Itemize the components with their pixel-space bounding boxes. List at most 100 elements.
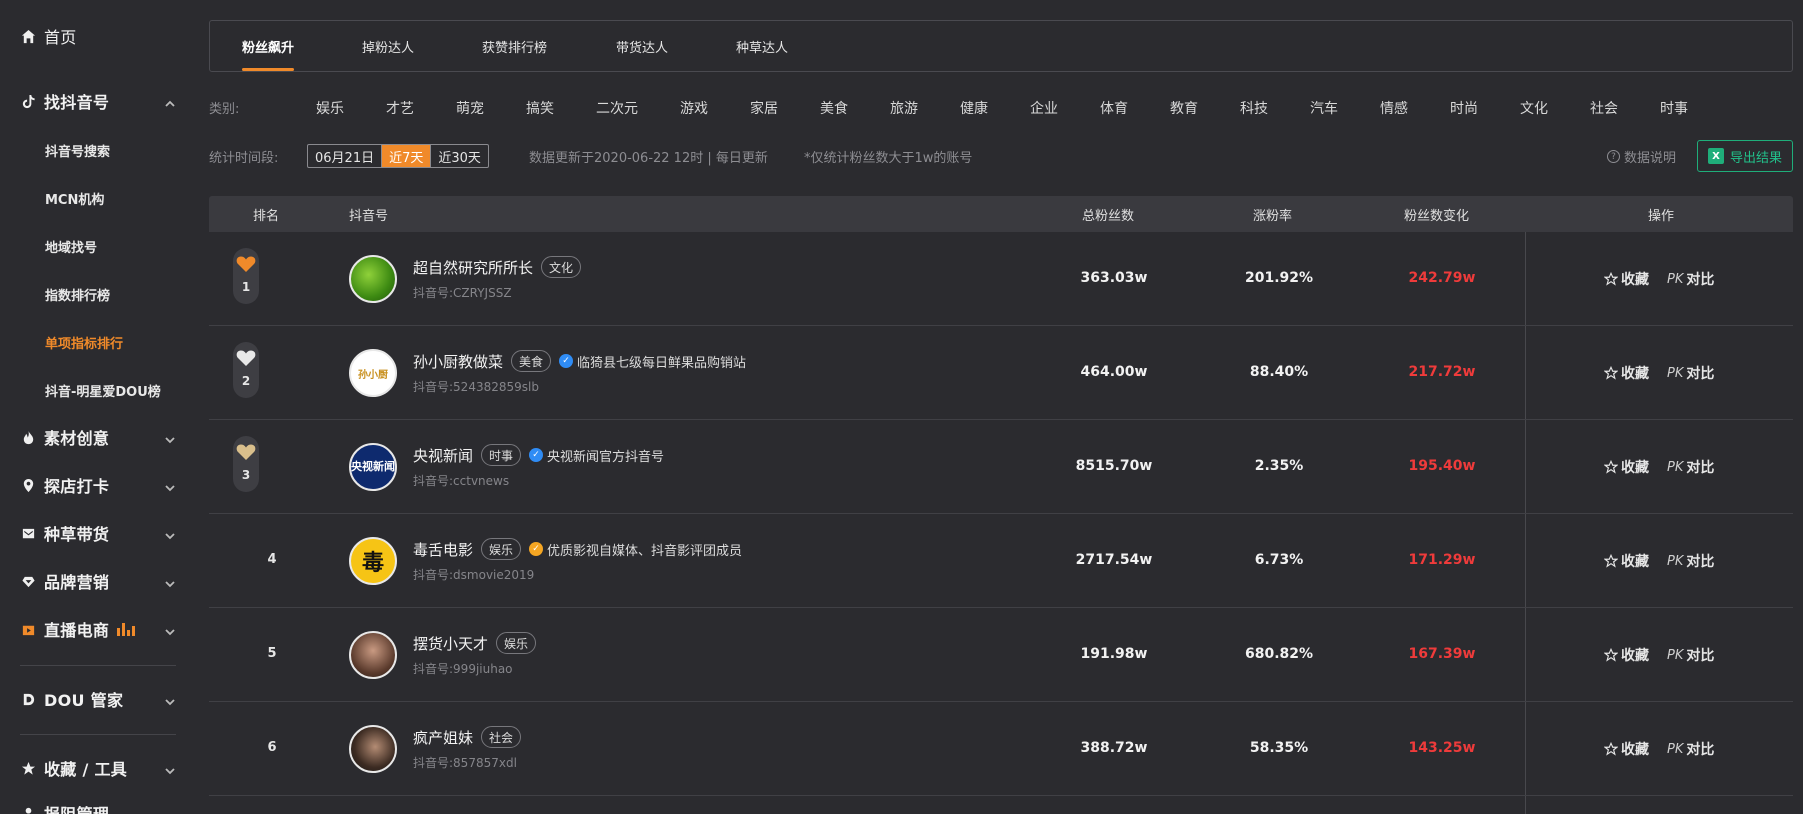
- account-name: 超自然研究所所长: [413, 258, 534, 277]
- header-growth-rate[interactable]: 涨粉率: [1253, 196, 1292, 232]
- compare-button[interactable]: PK 对比: [1667, 363, 1714, 383]
- category-item[interactable]: 时尚: [1450, 98, 1478, 118]
- compare-button[interactable]: PK 对比: [1667, 739, 1714, 759]
- rank-number: 3: [241, 468, 251, 482]
- period-7d[interactable]: 近7天: [382, 145, 432, 167]
- favorite-button[interactable]: 收藏: [1604, 739, 1649, 759]
- data-help-link[interactable]: ? 数据说明: [1607, 147, 1676, 166]
- rank-type-tabs: 粉丝飙升 掉粉达人 获赞排行榜 带货达人 种草达人: [209, 20, 1793, 72]
- compare-button[interactable]: PK 对比: [1667, 551, 1714, 571]
- tab-grass-expert[interactable]: 种草达人: [736, 21, 788, 71]
- favorite-button[interactable]: 收藏: [1604, 269, 1649, 289]
- category-item[interactable]: 企业: [1030, 98, 1058, 118]
- account-name-line[interactable]: 超自然研究所所长 文化: [413, 256, 582, 278]
- row-actions: 收藏 PK 对比: [1604, 645, 1714, 665]
- nav-find-account[interactable]: 找抖音号: [20, 84, 176, 118]
- verified-text: 优质影视自媒体、抖音影评团成员: [547, 543, 743, 559]
- fans-change: 242.79w: [1408, 270, 1476, 286]
- category-item[interactable]: 萌宠: [456, 98, 484, 118]
- avatar[interactable]: 央视新闻: [349, 443, 397, 491]
- nav-store-visit[interactable]: 探店打卡: [20, 468, 176, 502]
- nav-brand-marketing[interactable]: 品牌营销: [20, 564, 176, 598]
- account-name: 孙小厨教做菜: [413, 352, 504, 371]
- tab-sales-expert[interactable]: 带货达人: [616, 21, 668, 71]
- category-item[interactable]: 美食: [820, 98, 848, 118]
- nav-material[interactable]: 素材创意: [20, 420, 176, 454]
- sidebar-divider: [20, 734, 176, 735]
- avatar[interactable]: [349, 255, 397, 303]
- sub-single-metric-rank[interactable]: 单项指标排行: [45, 328, 123, 356]
- header-total-fans[interactable]: 总粉丝数: [1082, 196, 1134, 232]
- fans-change: 171.29w: [1408, 552, 1476, 568]
- category-item[interactable]: 才艺: [386, 98, 414, 118]
- sub-mcn[interactable]: MCN机构: [45, 184, 104, 212]
- tab-likes-rank[interactable]: 获赞排行榜: [482, 21, 547, 71]
- sub-star-dou-rank[interactable]: 抖音-明星爱DOU榜: [45, 376, 161, 404]
- chevron-down-icon: [164, 623, 176, 636]
- row-actions: 收藏 PK 对比: [1604, 269, 1714, 289]
- header-rank: 排名: [253, 208, 280, 224]
- period-day[interactable]: 06月21日: [308, 145, 383, 167]
- category-item[interactable]: 科技: [1240, 98, 1268, 118]
- account-name-line[interactable]: 央视新闻 时事 ✓ 央视新闻官方抖音号: [413, 444, 664, 466]
- account-name: 疯产姐妹: [413, 728, 474, 747]
- avatar[interactable]: [349, 631, 397, 679]
- account-name-line[interactable]: 疯产姐妹 社会: [413, 726, 522, 748]
- nav-dou-manager[interactable]: DOU 管家: [20, 682, 176, 716]
- category-item[interactable]: 汽车: [1310, 98, 1338, 118]
- nav-favorites-tools[interactable]: 收藏 / 工具: [20, 751, 176, 785]
- account-name-line[interactable]: 孙小厨教做菜 美食 ✓ 临猗县七级每日鲜果品购销站: [413, 350, 746, 372]
- rank-number: 1: [241, 280, 251, 294]
- avatar-text: 央视新闻: [351, 460, 395, 473]
- douyin-icon: [20, 93, 36, 109]
- favorite-button[interactable]: 收藏: [1604, 645, 1649, 665]
- sub-account-search[interactable]: 抖音号搜索: [45, 136, 110, 164]
- category-item[interactable]: 游戏: [680, 98, 708, 118]
- category-item[interactable]: 社会: [1590, 98, 1618, 118]
- category-item[interactable]: 娱乐: [316, 98, 344, 118]
- favorite-button[interactable]: 收藏: [1604, 363, 1649, 383]
- category-tag: 文化: [541, 256, 582, 278]
- nav-home[interactable]: 首页: [20, 19, 176, 53]
- export-button[interactable]: X 导出结果: [1697, 140, 1793, 172]
- nav-report-manage[interactable]: 报阻管理: [20, 796, 176, 814]
- header-fans-change[interactable]: 粉丝数变化: [1404, 196, 1469, 232]
- favorite-label: 收藏: [1621, 272, 1649, 288]
- verified-text: 央视新闻官方抖音号: [547, 449, 665, 465]
- table-header: 排名 抖音号 总粉丝数 涨粉率 粉丝数变化 操作: [209, 196, 1793, 232]
- nav-material-label: 素材创意: [44, 429, 110, 448]
- avatar[interactable]: 孙小厨: [349, 349, 397, 397]
- category-item[interactable]: 旅游: [890, 98, 918, 118]
- favorite-button[interactable]: 收藏: [1604, 457, 1649, 477]
- avatar[interactable]: 毒: [349, 537, 397, 585]
- category-item[interactable]: 家居: [750, 98, 778, 118]
- category-item[interactable]: 情感: [1380, 98, 1408, 118]
- category-item[interactable]: 搞笑: [526, 98, 554, 118]
- account-name-line[interactable]: 摆货小天才 娱乐: [413, 632, 537, 654]
- tab-fans-drop[interactable]: 掉粉达人: [362, 21, 414, 71]
- category-item[interactable]: 教育: [1170, 98, 1198, 118]
- favorite-button[interactable]: 收藏: [1604, 551, 1649, 571]
- compare-button[interactable]: PK 对比: [1667, 457, 1714, 477]
- nav-live-ecommerce[interactable]: 直播电商: [20, 612, 176, 646]
- compare-button[interactable]: PK 对比: [1667, 645, 1714, 665]
- nav-grass-goods[interactable]: 种草带货: [20, 516, 176, 550]
- tab-fans-surge[interactable]: 粉丝飙升: [242, 21, 295, 71]
- nav-report-manage-label: 报阻管理: [44, 801, 109, 814]
- category-item[interactable]: 体育: [1100, 98, 1128, 118]
- account-name-line[interactable]: 毒舌电影 娱乐 ✓ 优质影视自媒体、抖音影评团成员: [413, 538, 742, 560]
- sub-index-rank[interactable]: 指数排行榜: [45, 280, 110, 308]
- category-item[interactable]: 文化: [1520, 98, 1548, 118]
- total-fans: 2717.54w: [1075, 552, 1153, 568]
- compare-button[interactable]: PK 对比: [1667, 269, 1714, 289]
- compare-label: 对比: [1686, 554, 1715, 570]
- category-tag: 娱乐: [496, 632, 537, 654]
- sub-region[interactable]: 地域找号: [45, 232, 97, 260]
- avatar[interactable]: [349, 725, 397, 773]
- period-30d[interactable]: 近30天: [431, 145, 488, 167]
- category-item[interactable]: 二次元: [596, 98, 638, 118]
- category-item[interactable]: 健康: [960, 98, 988, 118]
- star-outline-icon: [1604, 366, 1618, 380]
- bar-chart-icon: [117, 622, 136, 636]
- category-item[interactable]: 时事: [1660, 98, 1688, 118]
